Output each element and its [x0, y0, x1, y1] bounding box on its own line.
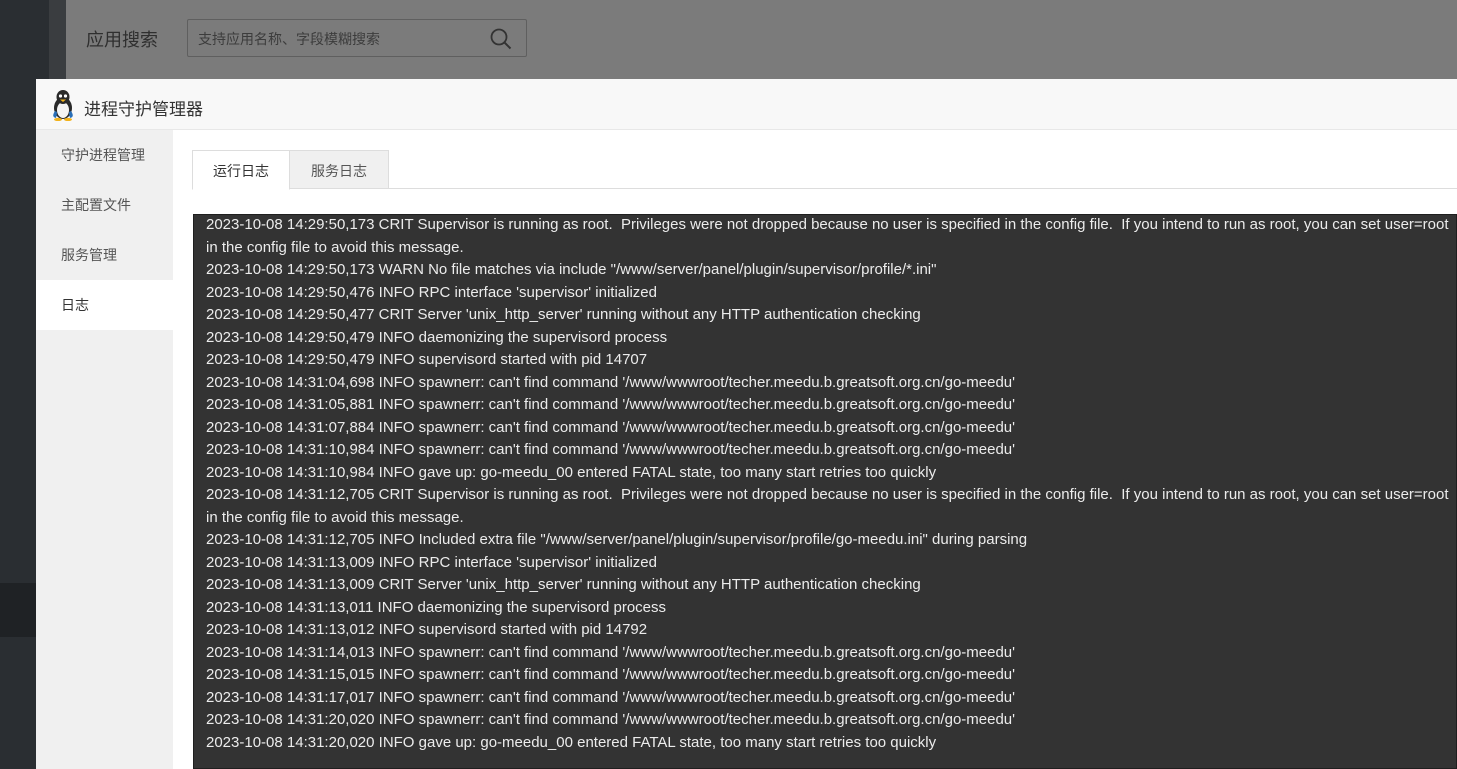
log-line: 2023-10-08 14:31:20,020 INFO gave up: go… — [206, 733, 937, 751]
log-line: 2023-10-08 14:29:50,479 INFO supervisord… — [206, 351, 648, 368]
tab-run-log[interactable]: 运行日志 — [192, 150, 290, 190]
sidebar-item-logs[interactable]: 日志 — [36, 280, 173, 330]
app-search-label: 应用搜索 — [86, 30, 158, 50]
log-line: 2023-10-08 14:31:12,705 INFO Included ex… — [206, 531, 1028, 548]
modal-sidebar: 守护进程管理 主配置文件 服务管理 日志 — [36, 130, 173, 769]
log-line: 2023-10-08 14:31:15,015 INFO spawnerr: c… — [206, 666, 1016, 683]
modal-title: 进程守护管理器 — [84, 100, 203, 119]
log-line: 2023-10-08 14:31:13,012 INFO supervisord… — [206, 621, 648, 638]
log-lines: 2023-10-08 14:29:50,173 CRIT Supervisor … — [206, 215, 1456, 754]
log-line: 2023-10-08 14:31:05,881 INFO spawnerr: c… — [206, 396, 1016, 413]
supervisor-modal: 进程守护管理器 守护进程管理 主配置文件 服务管理 日志 运行日志 服务日志 2… — [36, 79, 1457, 769]
sidebar-item-daemon-management[interactable]: 守护进程管理 — [36, 130, 173, 180]
log-line: 2023-10-08 14:31:13,011 INFO daemonizing… — [206, 598, 666, 616]
log-line: 2023-10-08 14:29:50,173 CRIT Supervisor … — [206, 216, 1453, 256]
log-line: 2023-10-08 14:31:10,984 INFO spawnerr: c… — [206, 441, 1016, 458]
search-icon[interactable] — [490, 28, 512, 55]
modal-header: 进程守护管理器 — [36, 79, 1457, 130]
app-search-box — [187, 19, 527, 58]
log-tabs: 运行日志 服务日志 — [192, 150, 1457, 190]
log-line: 2023-10-08 14:31:12,705 CRIT Supervisor … — [206, 486, 1453, 526]
log-line: 2023-10-08 14:31:14,013 INFO spawnerr: c… — [206, 643, 1016, 661]
sidebar-item-main-config[interactable]: 主配置文件 — [36, 180, 173, 230]
log-line: 2023-10-08 14:29:50,479 INFO daemonizing… — [206, 328, 668, 346]
log-line: 2023-10-08 14:29:50,477 CRIT Server 'uni… — [206, 306, 921, 323]
log-line: 2023-10-08 14:31:13,009 INFO RPC interfa… — [206, 553, 657, 571]
modal-main: 运行日志 服务日志 2023-10-08 14:29:50,173 CRIT S… — [173, 130, 1457, 769]
app-search-input[interactable] — [188, 20, 490, 58]
log-line: 2023-10-08 14:31:17,017 INFO spawnerr: c… — [206, 688, 1016, 706]
tab-service-log[interactable]: 服务日志 — [290, 150, 389, 189]
log-line: 2023-10-08 14:29:50,173 WARN No file mat… — [206, 261, 937, 278]
log-line: 2023-10-08 14:31:04,698 INFO spawnerr: c… — [206, 373, 1016, 391]
sidebar-item-service-management[interactable]: 服务管理 — [36, 230, 173, 280]
log-line: 2023-10-08 14:31:13,009 CRIT Server 'uni… — [206, 576, 921, 593]
log-line: 2023-10-08 14:31:10,984 INFO gave up: go… — [206, 463, 937, 481]
log-line: 2023-10-08 14:31:20,020 INFO spawnerr: c… — [206, 711, 1016, 728]
log-line: 2023-10-08 14:31:07,884 INFO spawnerr: c… — [206, 418, 1016, 436]
log-viewer[interactable]: 2023-10-08 14:29:50,173 CRIT Supervisor … — [193, 214, 1457, 769]
penguin-icon — [50, 89, 76, 126]
log-line: 2023-10-08 14:29:50,476 INFO RPC interfa… — [206, 283, 657, 301]
